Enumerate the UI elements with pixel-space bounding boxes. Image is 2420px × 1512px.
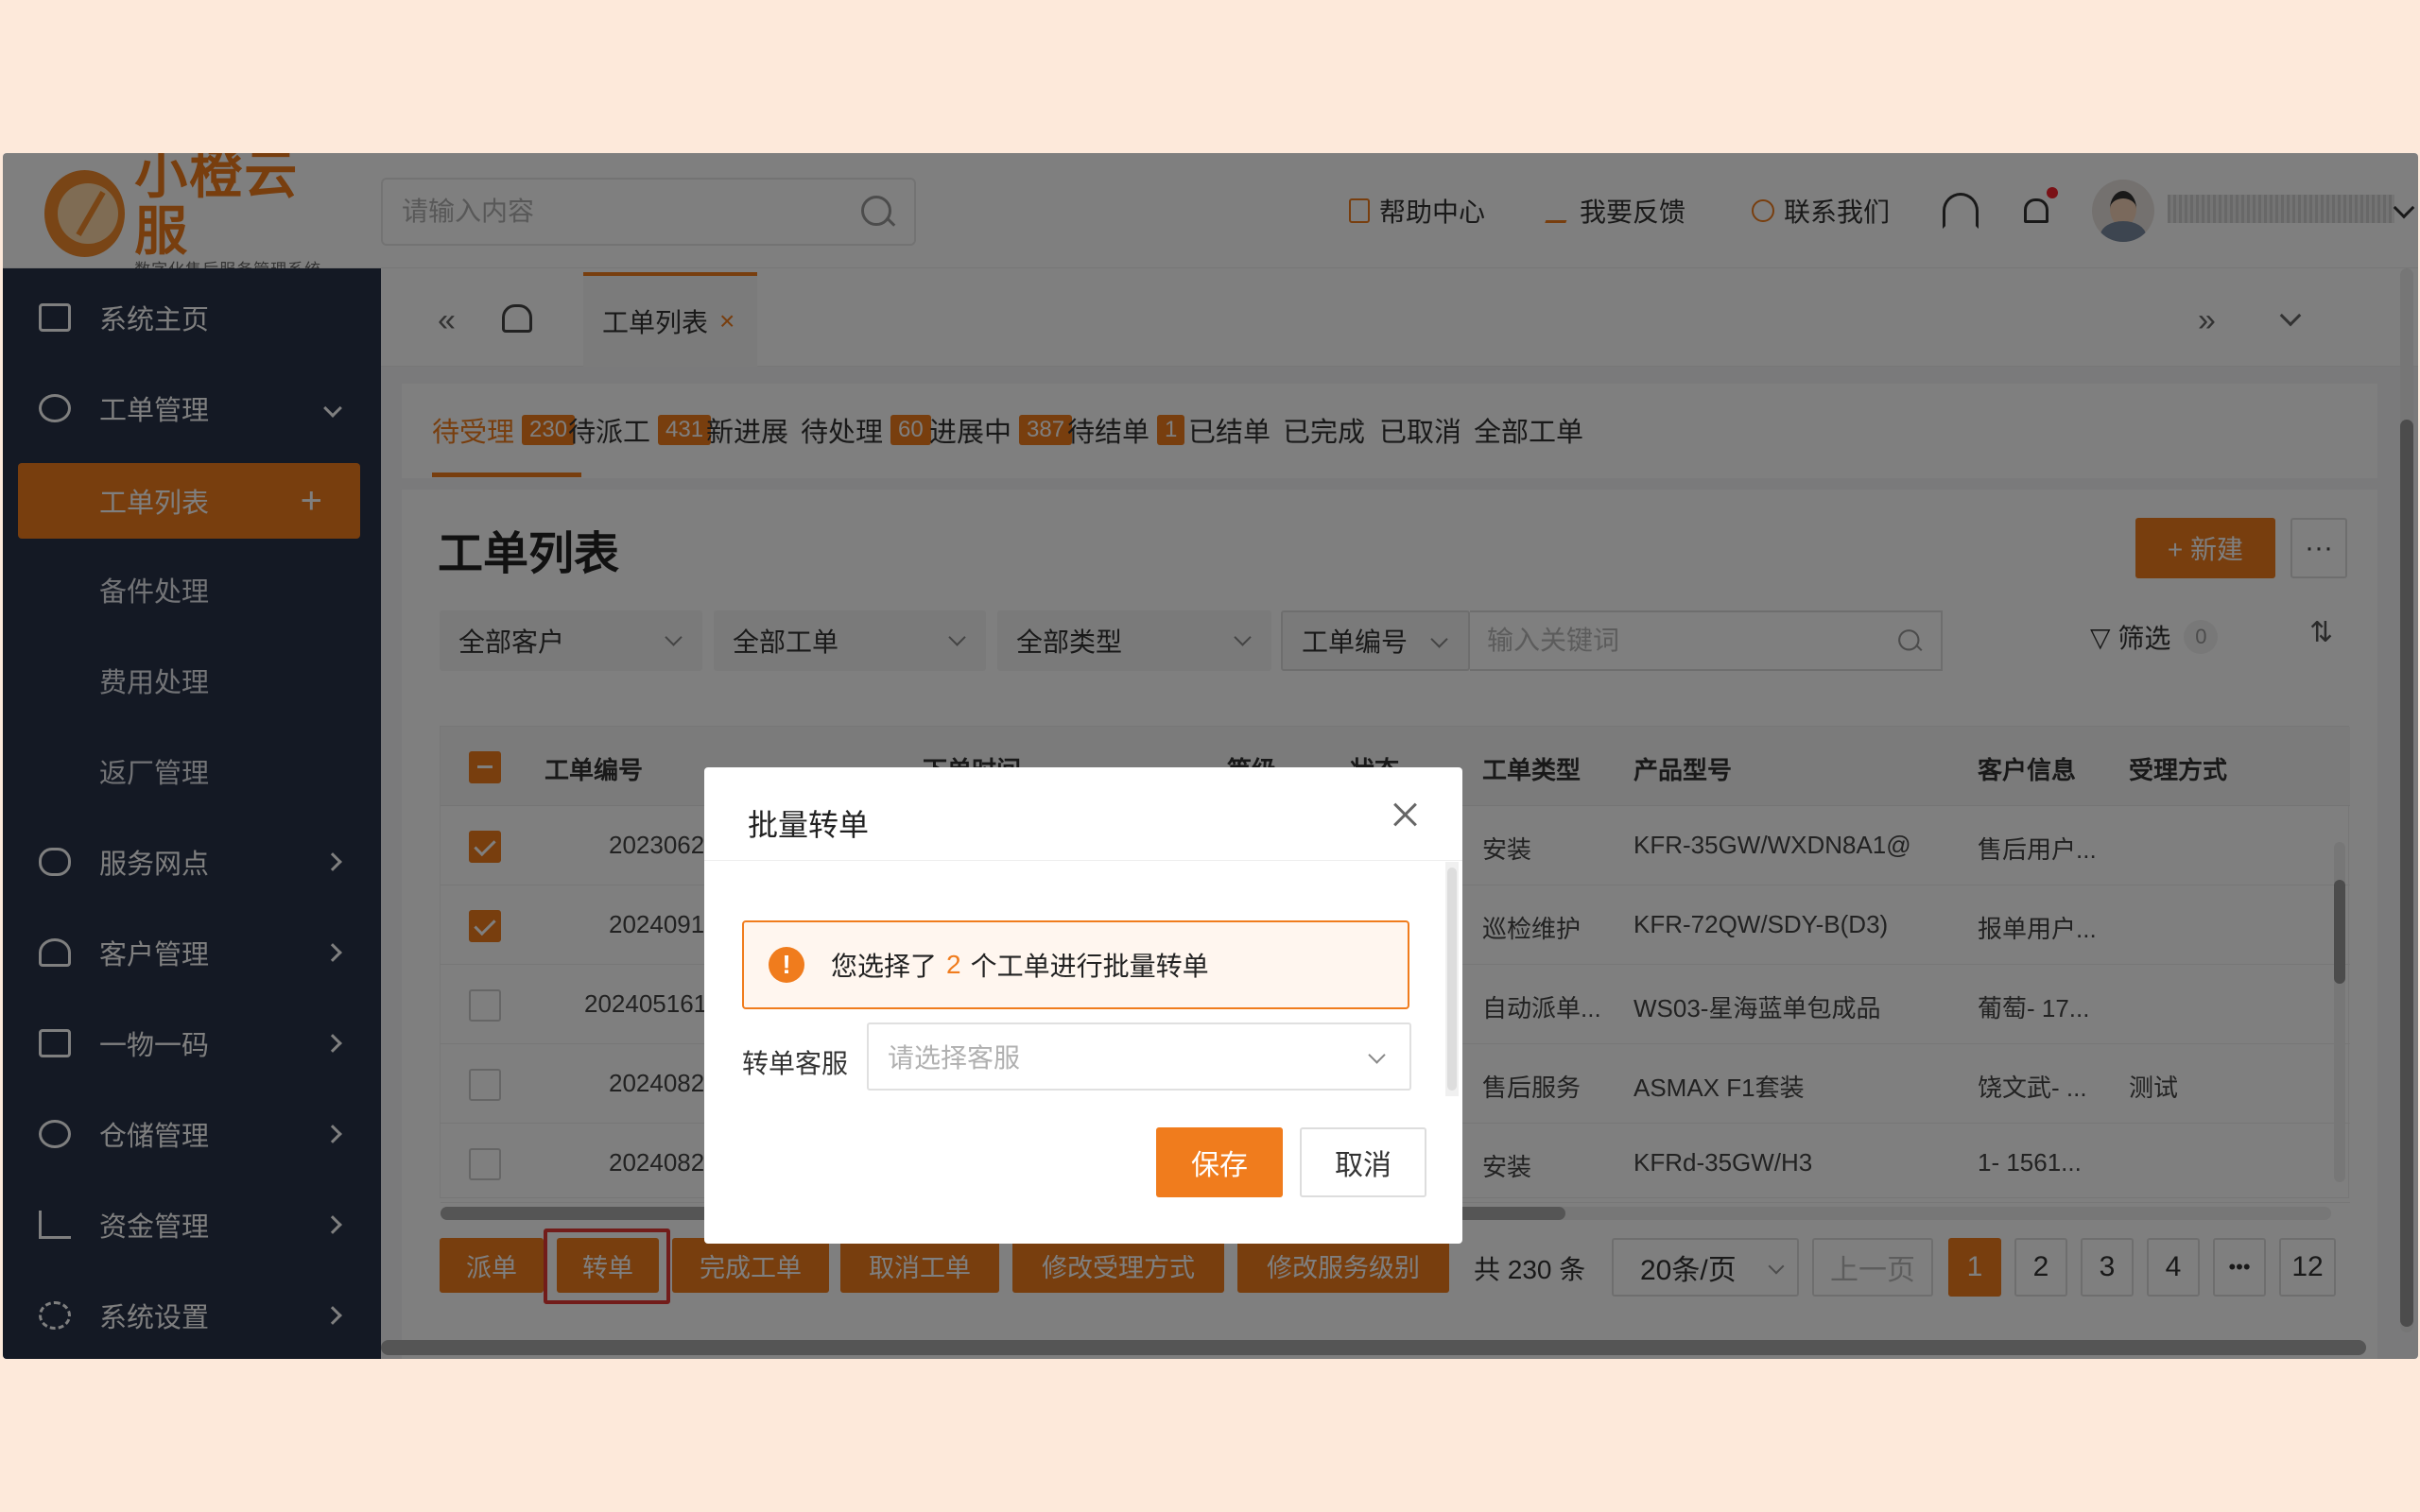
dialog-divider xyxy=(704,860,1462,861)
selected-count: 2 xyxy=(946,950,961,979)
batch-transfer-dialog: 批量转单 ! 您选择了 2 个工单进行批量转单 转单客服 请选择客服 保存 取消 xyxy=(704,767,1462,1244)
dialog-title: 批量转单 xyxy=(748,808,870,842)
dialog-scrollbar[interactable] xyxy=(1445,862,1459,1096)
alert-text: 个工单进行批量转单 xyxy=(970,952,1209,981)
cancel-button[interactable]: 取消 xyxy=(1300,1127,1426,1197)
save-button[interactable]: 保存 xyxy=(1156,1127,1283,1197)
warning-icon: ! xyxy=(769,947,804,983)
transfer-agent-label: 转单客服 xyxy=(742,1049,849,1078)
alert-text: 您选择了 xyxy=(831,952,938,981)
select-placeholder: 请选择客服 xyxy=(888,1043,1021,1073)
selection-alert: ! 您选择了 2 个工单进行批量转单 xyxy=(742,920,1409,1009)
close-icon[interactable] xyxy=(1387,796,1425,833)
transfer-agent-select[interactable]: 请选择客服 xyxy=(867,1022,1411,1091)
app-window: 小橙云服 数字化售后服务管理系统 帮助中心 我要反馈 联系我们 xyxy=(3,153,2418,1359)
chevron-down-icon xyxy=(1368,1046,1386,1064)
